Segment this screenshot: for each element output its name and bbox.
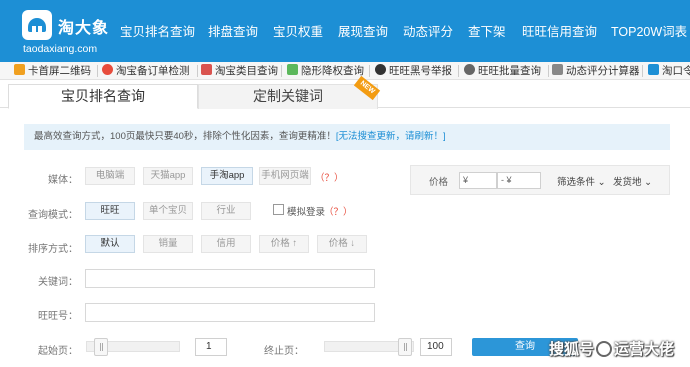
tool-taobao-token[interactable]: 淘口令 [648,64,690,78]
tool-hidden-penalty[interactable]: 隐形降权查询 [287,64,364,78]
sort-sales[interactable]: 销量 [143,235,193,253]
nav-credit-query[interactable]: 旺旺信用查询 [522,24,597,40]
ship-from-dropdown[interactable]: 发货地 ⌄ [613,174,652,188]
price-label: 价格 [429,177,449,188]
nav-board-query[interactable]: 排盘查询 [208,24,258,40]
tool-report-account[interactable]: 旺旺黑号举报 [375,64,452,78]
tool-category-query[interactable]: 淘宝类目查询 [201,64,278,78]
nav-top-words[interactable]: TOP20W词表 [611,24,687,40]
filter-dropdown[interactable]: 筛选条件 ⌄ [557,174,606,188]
divider [458,65,459,77]
qrcode-icon [14,64,25,75]
media-help-icon[interactable]: （？） [315,170,344,184]
watermark-avatar-icon [596,341,613,357]
brand-domain: taodaxiang.com [23,43,98,55]
calculator-icon [552,64,563,75]
brand-name: 淘大象 [58,18,110,37]
token-icon [648,64,659,75]
nav-dynamic-score[interactable]: 动态评分 [403,24,453,40]
end-page-label: 终止页： [264,346,304,357]
info-notice: 最高效查询方式，100页最快只要40秒，排除个性化因素，查询更精准！[无法搜查更… [24,124,670,150]
media-option-taobao-app[interactable]: 手淘app [201,167,253,185]
sort-credit[interactable]: 信用 [201,235,251,253]
media-option-pc[interactable]: 电脑端 [85,167,135,185]
elephant-logo-icon [22,10,52,40]
divider [642,65,643,77]
divider [548,65,549,77]
tab-custom-keywords[interactable]: 定制关键词 NEW [198,75,381,109]
watermark: 搜狐号 运营大佬 [549,341,675,358]
mode-label: 查询模式： [28,210,78,221]
price-min-input[interactable]: ¥ [459,172,497,189]
price-max-input[interactable]: - ¥ [497,172,541,189]
sort-price-asc[interactable]: 价格 ↑ [259,235,309,253]
end-page-handle[interactable] [398,338,412,356]
keyword-label: 关键词： [38,277,78,288]
nav-rank-query[interactable]: 宝贝排名查询 [120,24,195,40]
simulate-login-label: 模拟登录 [287,207,326,218]
tab-rank-query[interactable]: 宝贝排名查询 [8,84,198,109]
tab-bar: 宝贝排名查询 定制关键词 NEW [0,75,690,109]
refresh-link[interactable]: [无法搜查更新，请刷新！] [336,131,446,142]
keyword-input[interactable] [85,269,375,288]
start-page-label: 起始页： [38,346,78,357]
login-help-icon[interactable]: （？） [324,204,353,218]
mode-option-single-item[interactable]: 单个宝贝 [143,202,193,220]
nav-item-weight[interactable]: 宝贝权重 [273,24,323,40]
price-filter-panel: 价格 ¥ - ¥ 筛选条件 ⌄ 发货地 ⌄ [410,165,670,195]
shield-icon [287,64,298,75]
tool-order-check[interactable]: 淘宝备订单检测 [102,64,190,78]
divider [281,65,282,77]
start-page-handle[interactable] [94,338,108,356]
media-label: 媒体： [48,175,78,186]
nav-delist-check[interactable]: 查下架 [468,24,506,40]
nav-exposure-query[interactable]: 展现查询 [338,24,388,40]
report-icon [375,64,386,75]
logo[interactable]: 淘大象 taodaxiang.com [22,10,110,56]
category-icon [201,64,212,75]
tool-links-bar: 卡首屏二维码 淘宝备订单检测 淘宝类目查询 隐形降权查询 旺旺黑号举报 旺旺批量… [0,62,690,80]
batch-icon [464,64,475,75]
tool-batch-query[interactable]: 旺旺批量查询 [464,64,541,78]
divider [97,65,98,77]
media-option-mobile-web[interactable]: 手机网页端 [259,167,311,185]
start-page-input[interactable]: 1 [195,338,227,356]
simulate-login-checkbox[interactable] [273,204,284,215]
sort-label: 排序方式： [28,244,78,255]
alert-icon [102,64,113,75]
divider [197,65,198,77]
end-page-input[interactable]: 100 [420,338,452,356]
mode-option-industry[interactable]: 行业 [201,202,251,220]
wangwang-input[interactable] [85,303,375,322]
tool-score-calculator[interactable]: 动态评分计算器 [552,64,640,78]
sort-default[interactable]: 默认 [85,235,135,253]
media-option-tmall-app[interactable]: 天猫app [143,167,193,185]
mode-option-wangwang[interactable]: 旺旺 [85,202,135,220]
tool-qrcode[interactable]: 卡首屏二维码 [14,64,91,78]
sort-price-desc[interactable]: 价格 ↓ [317,235,367,253]
new-badge: NEW [353,75,381,101]
divider [369,65,370,77]
wangwang-label: 旺旺号： [38,311,78,322]
top-navbar: 淘大象 taodaxiang.com 宝贝排名查询 排盘查询 宝贝权重 展现查询… [0,0,690,62]
